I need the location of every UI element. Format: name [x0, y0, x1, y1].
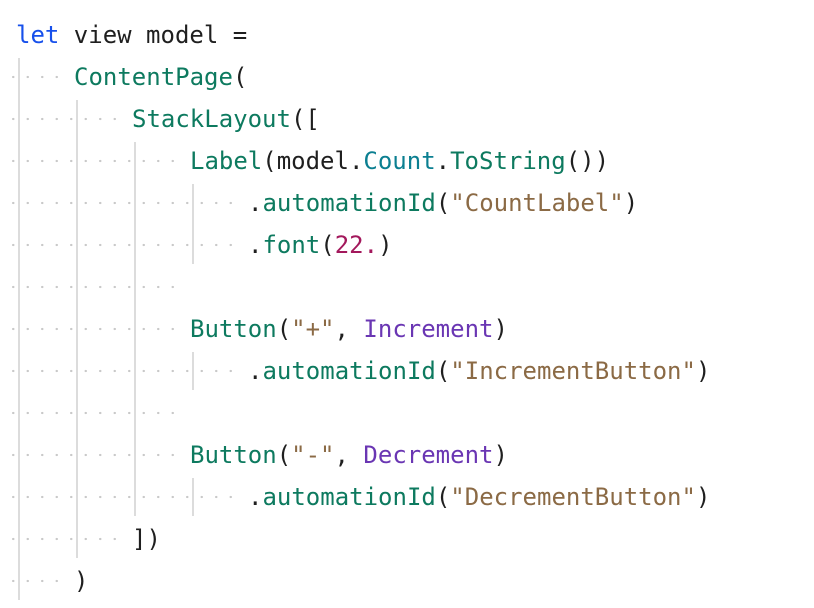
whitespace-dots	[6, 224, 238, 266]
code-token: automationId	[262, 189, 436, 217]
code-line: .automationId("CountLabel")	[248, 182, 638, 224]
whitespace-dots	[6, 140, 180, 182]
whitespace-dots	[6, 350, 238, 392]
code-line: StackLayout([	[132, 98, 320, 140]
code-token: "DecrementButton"	[450, 483, 696, 511]
code-token: (model.	[262, 147, 364, 175]
code-token: .	[248, 189, 263, 217]
code-token: )	[493, 441, 508, 469]
code-token: Increment	[363, 315, 494, 343]
whitespace-dots	[6, 308, 180, 350]
code-line: Label(model.Count.ToString())	[190, 140, 609, 182]
code-token: font	[262, 231, 321, 259]
code-token: ([	[290, 105, 320, 133]
code-token: ToString	[450, 147, 566, 175]
whitespace-dots	[6, 266, 180, 308]
indent-guide	[18, 58, 20, 600]
code-token: let	[16, 21, 60, 49]
code-token: "IncrementButton"	[450, 357, 696, 385]
whitespace-dots	[6, 392, 180, 434]
whitespace-dots	[6, 56, 64, 98]
indent-guide	[192, 352, 194, 390]
indent-guide	[134, 142, 136, 516]
code-line: let view model =	[16, 14, 247, 56]
code-token: .	[248, 231, 263, 259]
code-token: .	[248, 483, 263, 511]
code-line: Button("+", Increment)	[190, 308, 508, 350]
code-token: (	[276, 441, 292, 469]
code-token: Label	[190, 147, 263, 175]
code-token: "+"	[291, 315, 335, 343]
code-token: (	[435, 357, 451, 385]
code-token: .	[435, 147, 451, 175]
whitespace-dots	[6, 182, 238, 224]
code-token: ())	[565, 147, 610, 175]
code-token: ,	[334, 315, 364, 343]
code-token: 22.	[334, 231, 379, 259]
code-token: ,	[334, 441, 364, 469]
code-line: .automationId("IncrementButton")	[248, 350, 710, 392]
code-line: ])	[132, 518, 161, 560]
code-token: )	[695, 357, 711, 385]
code-editor[interactable]: let view model = ContentPage(StackLayout(…	[0, 0, 814, 608]
indent-guide	[192, 184, 194, 264]
code-token: (	[435, 189, 451, 217]
code-token: )	[493, 315, 508, 343]
code-line: Button("-", Decrement)	[190, 434, 508, 476]
indent-guide	[192, 478, 194, 516]
code-token: StackLayout	[132, 105, 291, 133]
whitespace-dots	[6, 98, 122, 140]
indent-guide	[76, 100, 78, 558]
code-token: "CountLabel"	[450, 189, 624, 217]
code-token: (	[435, 483, 451, 511]
code-token: (	[276, 315, 292, 343]
code-token: )	[378, 231, 393, 259]
code-token: automationId	[262, 357, 436, 385]
code-line: .automationId("DecrementButton")	[248, 476, 710, 518]
code-token: Decrement	[363, 441, 494, 469]
code-token: Button	[190, 315, 277, 343]
whitespace-dots	[6, 434, 180, 476]
code-token: (	[320, 231, 335, 259]
whitespace-dots	[6, 476, 238, 518]
code-token: )	[695, 483, 711, 511]
code-token: ContentPage	[74, 63, 233, 91]
code-line: .font(22.)	[248, 224, 393, 266]
code-token: .	[248, 357, 263, 385]
code-token: ])	[132, 525, 161, 553]
code-line: ContentPage(	[74, 56, 247, 98]
whitespace-dots	[6, 518, 122, 560]
code-token: (	[232, 63, 248, 91]
code-token: "-"	[291, 441, 335, 469]
code-token: )	[74, 567, 89, 595]
code-token: Count	[363, 147, 436, 175]
whitespace-dots	[6, 560, 64, 602]
code-line: )	[74, 560, 88, 602]
code-token: automationId	[262, 483, 436, 511]
code-token: Button	[190, 441, 277, 469]
code-token: view model =	[59, 21, 248, 49]
code-token: )	[623, 189, 639, 217]
